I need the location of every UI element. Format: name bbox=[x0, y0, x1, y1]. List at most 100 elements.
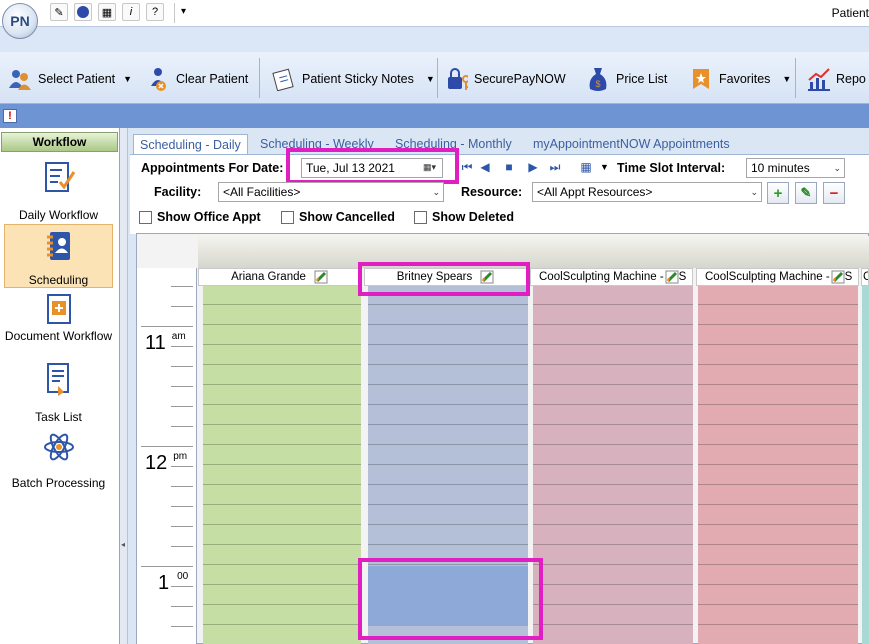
resource-label: Resource: bbox=[461, 185, 523, 199]
schedule-column-partial[interactable] bbox=[862, 286, 869, 644]
today-icon[interactable]: ■ bbox=[502, 160, 516, 174]
help-icon[interactable]: ? bbox=[146, 3, 164, 21]
slot-line bbox=[203, 364, 361, 365]
slot-line bbox=[533, 544, 693, 545]
prev-day-icon[interactable]: ◀ bbox=[478, 160, 492, 174]
add-resource-button[interactable]: + bbox=[767, 182, 789, 204]
time-tick bbox=[171, 286, 193, 287]
slot-line bbox=[203, 304, 361, 305]
calendar-menu-icon[interactable]: ▼ bbox=[600, 162, 609, 172]
column-name: C bbox=[863, 271, 868, 283]
time-hour: 12 bbox=[145, 452, 168, 474]
slot-line bbox=[698, 524, 858, 525]
time-tick bbox=[171, 306, 193, 307]
column-name: CoolSculpting Machine - bbox=[705, 271, 830, 283]
favorites-button[interactable]: Favorites ▼ bbox=[689, 60, 791, 98]
slot-line bbox=[698, 564, 858, 565]
pen-icon[interactable]: ✎ bbox=[50, 3, 68, 21]
calendar-icon[interactable]: ▦ bbox=[577, 160, 595, 174]
show-office-checkbox[interactable]: Show Office Appt bbox=[139, 210, 261, 224]
users-icon bbox=[8, 67, 32, 91]
globe-icon[interactable] bbox=[74, 3, 92, 21]
chevron-down-icon[interactable]: ▼ bbox=[123, 74, 132, 84]
alert-icon[interactable]: ! bbox=[3, 109, 17, 123]
column-header-partial[interactable]: C bbox=[861, 268, 869, 286]
info-icon[interactable]: i bbox=[122, 3, 140, 21]
remove-resource-button[interactable]: − bbox=[823, 182, 845, 204]
time-tick bbox=[171, 426, 193, 427]
schedule-column-ariana-grande[interactable] bbox=[203, 286, 361, 644]
edit-resource-button[interactable]: ✎ bbox=[795, 182, 817, 204]
sidebar-item-daily-workflow[interactable]: Daily Workflow bbox=[4, 160, 113, 222]
slot-line bbox=[203, 524, 361, 525]
column-header-coolsculpting-1[interactable]: CoolSculpting Machine - S bbox=[530, 268, 693, 286]
time-label-1pm: 1 00 bbox=[158, 571, 188, 595]
interval-select[interactable]: 10 minutes ⌄ bbox=[746, 158, 845, 178]
chevron-down-icon[interactable]: ⌄ bbox=[432, 187, 440, 198]
checkbox[interactable] bbox=[414, 210, 427, 224]
grid-header bbox=[198, 236, 869, 268]
time-label-11am: 11 am bbox=[145, 331, 186, 355]
edit-icon[interactable] bbox=[665, 270, 679, 284]
app-logo[interactable]: PN bbox=[2, 3, 38, 39]
slot-line bbox=[533, 564, 693, 565]
slot-line bbox=[533, 344, 693, 345]
show-deleted-checkbox[interactable]: Show Deleted bbox=[414, 210, 514, 224]
chevron-down-icon[interactable]: ⌄ bbox=[833, 163, 841, 174]
sidebar-item-document-workflow[interactable]: Document Workflow bbox=[4, 292, 113, 358]
slot-line bbox=[533, 404, 693, 405]
clear-patient-button[interactable]: Clear Patient bbox=[146, 60, 248, 98]
sidebar-item-scheduling[interactable]: Scheduling bbox=[4, 224, 113, 288]
price-list-label: Price List bbox=[616, 72, 668, 86]
sidebar-header[interactable]: Workflow bbox=[1, 132, 118, 152]
chevron-down-icon[interactable]: ▼ bbox=[426, 74, 435, 84]
slot-line bbox=[203, 504, 361, 505]
sticky-notes-button[interactable]: Patient Sticky Notes ▼ bbox=[272, 60, 435, 98]
edit-icon[interactable] bbox=[314, 270, 328, 284]
highlight-box-date bbox=[286, 148, 459, 184]
collapse-icon[interactable]: ◂ bbox=[121, 540, 125, 549]
chevron-down-icon[interactable]: ▼ bbox=[782, 74, 791, 84]
show-cancelled-checkbox[interactable]: Show Cancelled bbox=[281, 210, 395, 224]
sidebar-item-batch-processing[interactable]: Batch Processing bbox=[4, 430, 113, 492]
calculator-icon[interactable]: ▦ bbox=[98, 3, 116, 21]
securepay-button[interactable]: SecurePayNOW bbox=[444, 60, 566, 98]
time-hour: 1 bbox=[158, 572, 170, 594]
sidebar-item-task-list[interactable]: Task List bbox=[4, 362, 113, 424]
time-tick bbox=[171, 366, 193, 367]
reports-button[interactable]: Repo bbox=[806, 60, 866, 98]
time-tick bbox=[141, 566, 193, 567]
time-tick bbox=[171, 606, 193, 607]
interval-value: 10 minutes bbox=[751, 161, 810, 175]
resource-select[interactable]: <All Appt Resources> ⌄ bbox=[532, 182, 762, 202]
column-header-ariana-grande[interactable]: Ariana Grande bbox=[198, 268, 361, 286]
select-patient-button[interactable]: Select Patient ▼ bbox=[8, 60, 132, 98]
lock-key-icon bbox=[444, 67, 468, 91]
column-header-coolsculpting-2[interactable]: CoolSculpting Machine - S bbox=[696, 268, 859, 286]
chevron-down-icon[interactable]: ⌄ bbox=[750, 187, 758, 198]
checkbox[interactable] bbox=[139, 210, 152, 224]
slot-line bbox=[203, 404, 361, 405]
time-label-12pm: 12 pm bbox=[145, 451, 187, 475]
facility-select[interactable]: <All Facilities> ⌄ bbox=[218, 182, 444, 202]
tab-myappointmentnow[interactable]: myAppointmentNOW Appointments bbox=[527, 134, 736, 154]
checkbox[interactable] bbox=[281, 210, 294, 224]
securepay-label: SecurePayNOW bbox=[474, 72, 566, 86]
date-label: Appointments For Date: bbox=[141, 161, 284, 175]
last-day-icon[interactable]: ⏭ bbox=[548, 160, 562, 174]
schedule-column-coolsculpting-1[interactable] bbox=[533, 286, 693, 644]
slot-line bbox=[533, 584, 693, 585]
slot-line bbox=[203, 484, 361, 485]
slot-line bbox=[368, 364, 528, 365]
tab-scheduling-daily[interactable]: Scheduling - Daily bbox=[133, 134, 248, 154]
atom-icon bbox=[43, 433, 74, 461]
edit-icon[interactable] bbox=[831, 270, 845, 284]
slot-line bbox=[698, 344, 858, 345]
schedule-column-coolsculpting-2[interactable] bbox=[698, 286, 858, 644]
sidebar-splitter[interactable] bbox=[120, 128, 128, 644]
price-list-button[interactable]: $ Price List bbox=[586, 60, 667, 98]
qat-customize-icon[interactable]: ▾ bbox=[181, 6, 186, 17]
slot-line bbox=[698, 324, 858, 325]
first-day-icon[interactable]: ⏮ bbox=[460, 160, 474, 174]
next-day-icon[interactable]: ▶ bbox=[526, 160, 540, 174]
